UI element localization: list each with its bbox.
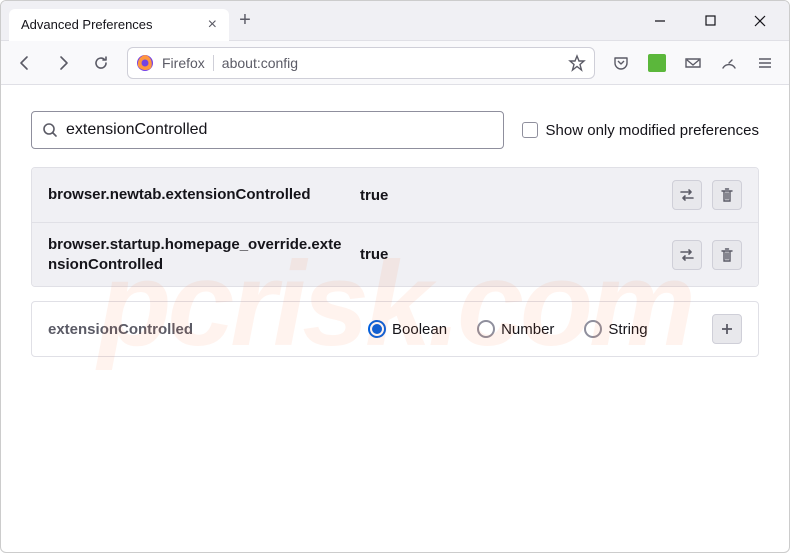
add-pref-button[interactable] <box>712 314 742 344</box>
pref-value: true <box>360 246 660 263</box>
prefs-table: browser.newtab.extensionControlled true … <box>31 167 759 287</box>
hamburger-menu-icon[interactable] <box>749 47 781 79</box>
close-tab-icon[interactable]: × <box>208 17 217 33</box>
minimize-button[interactable] <box>639 6 681 36</box>
pref-row: browser.newtab.extensionControlled true <box>32 168 758 223</box>
search-input[interactable] <box>66 121 493 139</box>
tab-title: Advanced Preferences <box>21 17 153 32</box>
radio-icon <box>584 320 602 338</box>
delete-button[interactable] <box>712 240 742 270</box>
close-window-button[interactable] <box>739 6 781 36</box>
type-radio-boolean[interactable]: Boolean <box>368 320 447 338</box>
pref-value: true <box>360 187 660 204</box>
config-search-box[interactable] <box>31 111 504 149</box>
radio-icon <box>477 320 495 338</box>
window-controls <box>639 6 781 36</box>
radio-label: Boolean <box>392 321 447 338</box>
new-pref-row: extensionControlled Boolean Number Strin… <box>31 301 759 357</box>
toggle-button[interactable] <box>672 180 702 210</box>
firefox-logo-icon <box>136 54 154 72</box>
modified-only-checkbox[interactable] <box>522 122 538 138</box>
titlebar: Advanced Preferences × + <box>1 1 789 41</box>
type-radio-number[interactable]: Number <box>477 320 554 338</box>
radio-label: String <box>608 321 647 338</box>
modified-only-checkbox-row[interactable]: Show only modified preferences <box>522 122 759 139</box>
modified-only-label: Show only modified preferences <box>546 122 759 139</box>
url-bar[interactable]: Firefox about:config <box>127 47 595 79</box>
inbox-icon[interactable] <box>677 47 709 79</box>
browser-window: Advanced Preferences × + <box>0 0 790 553</box>
radio-label: Number <box>501 321 554 338</box>
search-icon <box>42 122 58 138</box>
pocket-icon[interactable] <box>605 47 637 79</box>
type-radio-group: Boolean Number String <box>368 320 692 338</box>
new-tab-button[interactable]: + <box>229 5 261 37</box>
dashboard-icon[interactable] <box>713 47 745 79</box>
extension-icon[interactable] <box>641 47 673 79</box>
page-content: Show only modified preferences browser.n… <box>1 85 789 383</box>
pref-name: browser.startup.homepage_override.extens… <box>48 235 348 274</box>
url-text: about:config <box>222 55 298 71</box>
browser-tab[interactable]: Advanced Preferences × <box>9 9 229 41</box>
reload-button[interactable] <box>85 47 117 79</box>
bookmark-star-icon[interactable] <box>568 54 586 72</box>
maximize-button[interactable] <box>689 6 731 36</box>
delete-button[interactable] <box>712 180 742 210</box>
pref-row: browser.startup.homepage_override.extens… <box>32 223 758 286</box>
back-button[interactable] <box>9 47 41 79</box>
url-identity-label: Firefox <box>162 55 214 71</box>
type-radio-string[interactable]: String <box>584 320 647 338</box>
navigation-toolbar: Firefox about:config <box>1 41 789 85</box>
forward-button[interactable] <box>47 47 79 79</box>
new-pref-name: extensionControlled <box>48 321 348 338</box>
pref-name: browser.newtab.extensionControlled <box>48 185 348 205</box>
toggle-button[interactable] <box>672 240 702 270</box>
radio-icon <box>368 320 386 338</box>
